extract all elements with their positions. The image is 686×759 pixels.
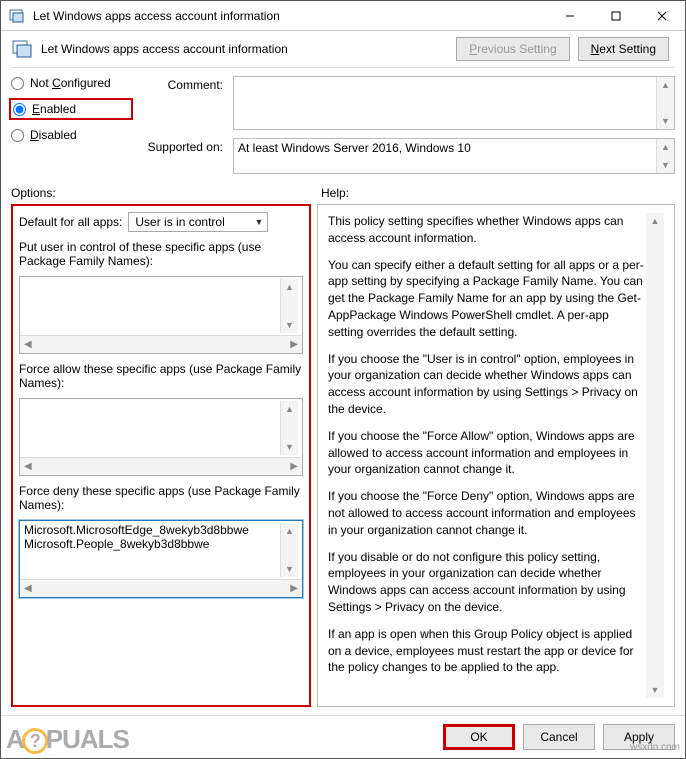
comment-label: Comment:: [145, 76, 223, 92]
default-for-all-select[interactable]: User is in control ▼: [128, 212, 268, 232]
main-split: Default for all apps: User is in control…: [1, 204, 685, 715]
supported-row: Supported on: At least Windows Server 20…: [145, 138, 675, 174]
force-deny-value: Microsoft.MicrosoftEdge_8wekyb3d8bbwe Mi…: [24, 523, 280, 577]
window-title: Let Windows apps access account informat…: [33, 9, 547, 23]
scrollbar[interactable]: ▲▼: [280, 401, 298, 455]
force-deny-listbox[interactable]: Microsoft.MicrosoftEdge_8wekyb3d8bbwe Mi…: [19, 520, 303, 598]
comment-row: Comment: ▲▼: [145, 76, 675, 130]
force-allow-label: Force allow these specific apps (use Pac…: [19, 362, 303, 390]
user-control-value: [24, 279, 280, 333]
select-value: User is in control: [135, 215, 224, 229]
hscrollbar[interactable]: ◀▶: [20, 579, 302, 597]
help-paragraph: This policy setting specifies whether Wi…: [328, 213, 646, 247]
supported-label: Supported on:: [145, 138, 223, 154]
maximize-button[interactable]: [593, 1, 639, 31]
scroll-up-icon: ▲: [657, 77, 674, 93]
comment-value: [234, 77, 656, 129]
scroll-down-icon: ▼: [281, 317, 298, 333]
default-row: Default for all apps: User is in control…: [19, 212, 303, 232]
help-paragraph: If you choose the "Force Allow" option, …: [328, 428, 646, 478]
state-radio-group: Not Configured Enabled Disabled: [11, 76, 131, 174]
default-for-all-label: Default for all apps:: [19, 215, 122, 229]
scroll-down-icon: ▼: [646, 682, 664, 698]
user-control-label: Put user in control of these specific ap…: [19, 240, 303, 268]
scroll-up-icon: ▲: [281, 401, 298, 417]
next-setting-button[interactable]: Next Setting: [578, 37, 669, 61]
dialog-window: Let Windows apps access account informat…: [0, 0, 686, 759]
header: Let Windows apps access account informat…: [1, 31, 685, 67]
scroll-down-icon: ▼: [281, 439, 298, 455]
help-paragraph: If you disable or do not configure this …: [328, 549, 646, 616]
force-deny-label: Force deny these specific apps (use Pack…: [19, 484, 303, 512]
scrollbar[interactable]: ▲▼: [280, 523, 298, 577]
scroll-up-icon: ▲: [281, 523, 298, 539]
supported-value: At least Windows Server 2016, Windows 10: [234, 139, 656, 173]
radio-not-configured-input[interactable]: [11, 77, 24, 90]
force-allow-value: [24, 401, 280, 455]
scroll-right-icon: ▶: [290, 461, 298, 472]
scrollbar[interactable]: ▲▼: [656, 139, 674, 173]
help-paragraph: You can specify either a default setting…: [328, 257, 646, 341]
help-label: Help:: [321, 186, 349, 200]
nav-buttons: Previous Setting Next Setting: [456, 37, 669, 61]
scrollbar[interactable]: ▲▼: [280, 279, 298, 333]
titlebar: Let Windows apps access account informat…: [1, 1, 685, 31]
help-text: This policy setting specifies whether Wi…: [328, 213, 646, 698]
comment-textarea[interactable]: ▲▼: [233, 76, 675, 130]
hscrollbar[interactable]: ◀▶: [20, 335, 302, 353]
scroll-left-icon: ◀: [24, 461, 32, 472]
scrollbar[interactable]: ▲▼: [656, 77, 674, 129]
supported-textarea: At least Windows Server 2016, Windows 10…: [233, 138, 675, 174]
radio-enabled-input[interactable]: [13, 103, 26, 116]
scroll-right-icon: ▶: [290, 583, 298, 594]
footer: OK Cancel Apply: [1, 715, 685, 758]
config-section: Not Configured Enabled Disabled Comment:…: [1, 68, 685, 174]
force-allow-listbox[interactable]: ▲▼ ◀▶: [19, 398, 303, 476]
scroll-left-icon: ◀: [24, 339, 32, 350]
help-paragraph: If an app is open when this Group Policy…: [328, 626, 646, 676]
hscrollbar[interactable]: ◀▶: [20, 457, 302, 475]
chevron-down-icon: ▼: [254, 217, 263, 227]
scroll-down-icon: ▼: [657, 113, 674, 129]
scrollbar[interactable]: ▲▼: [646, 213, 664, 698]
split-labels: Options: Help:: [1, 174, 685, 204]
options-label: Options:: [11, 186, 321, 200]
user-control-listbox[interactable]: ▲▼ ◀▶: [19, 276, 303, 354]
radio-disabled-input[interactable]: [11, 129, 24, 142]
policy-icon: [9, 8, 25, 24]
apply-button[interactable]: Apply: [603, 724, 675, 750]
previous-setting-button[interactable]: Previous Setting: [456, 37, 569, 61]
comment-column: Comment: ▲▼ Supported on: At least Windo…: [145, 76, 675, 174]
scroll-down-icon: ▼: [657, 157, 674, 173]
minimize-button[interactable]: [547, 1, 593, 31]
radio-not-configured[interactable]: Not Configured: [11, 76, 131, 90]
scroll-up-icon: ▲: [657, 139, 674, 155]
help-paragraph: If you choose the "Force Deny" option, W…: [328, 488, 646, 538]
ok-button[interactable]: OK: [443, 724, 515, 750]
cancel-button[interactable]: Cancel: [523, 724, 595, 750]
radio-enabled[interactable]: Enabled: [9, 98, 133, 120]
scroll-down-icon: ▼: [281, 561, 298, 577]
header-title: Let Windows apps access account informat…: [41, 42, 448, 56]
scroll-left-icon: ◀: [24, 583, 32, 594]
scroll-right-icon: ▶: [290, 339, 298, 350]
policy-icon: [11, 38, 33, 60]
scroll-up-icon: ▲: [646, 213, 664, 229]
radio-disabled[interactable]: Disabled: [11, 128, 131, 142]
help-paragraph: If you choose the "User is in control" o…: [328, 351, 646, 418]
help-pane: This policy setting specifies whether Wi…: [317, 204, 675, 707]
scroll-up-icon: ▲: [281, 279, 298, 295]
window-controls: [547, 1, 685, 31]
close-button[interactable]: [639, 1, 685, 31]
options-pane: Default for all apps: User is in control…: [11, 204, 311, 707]
